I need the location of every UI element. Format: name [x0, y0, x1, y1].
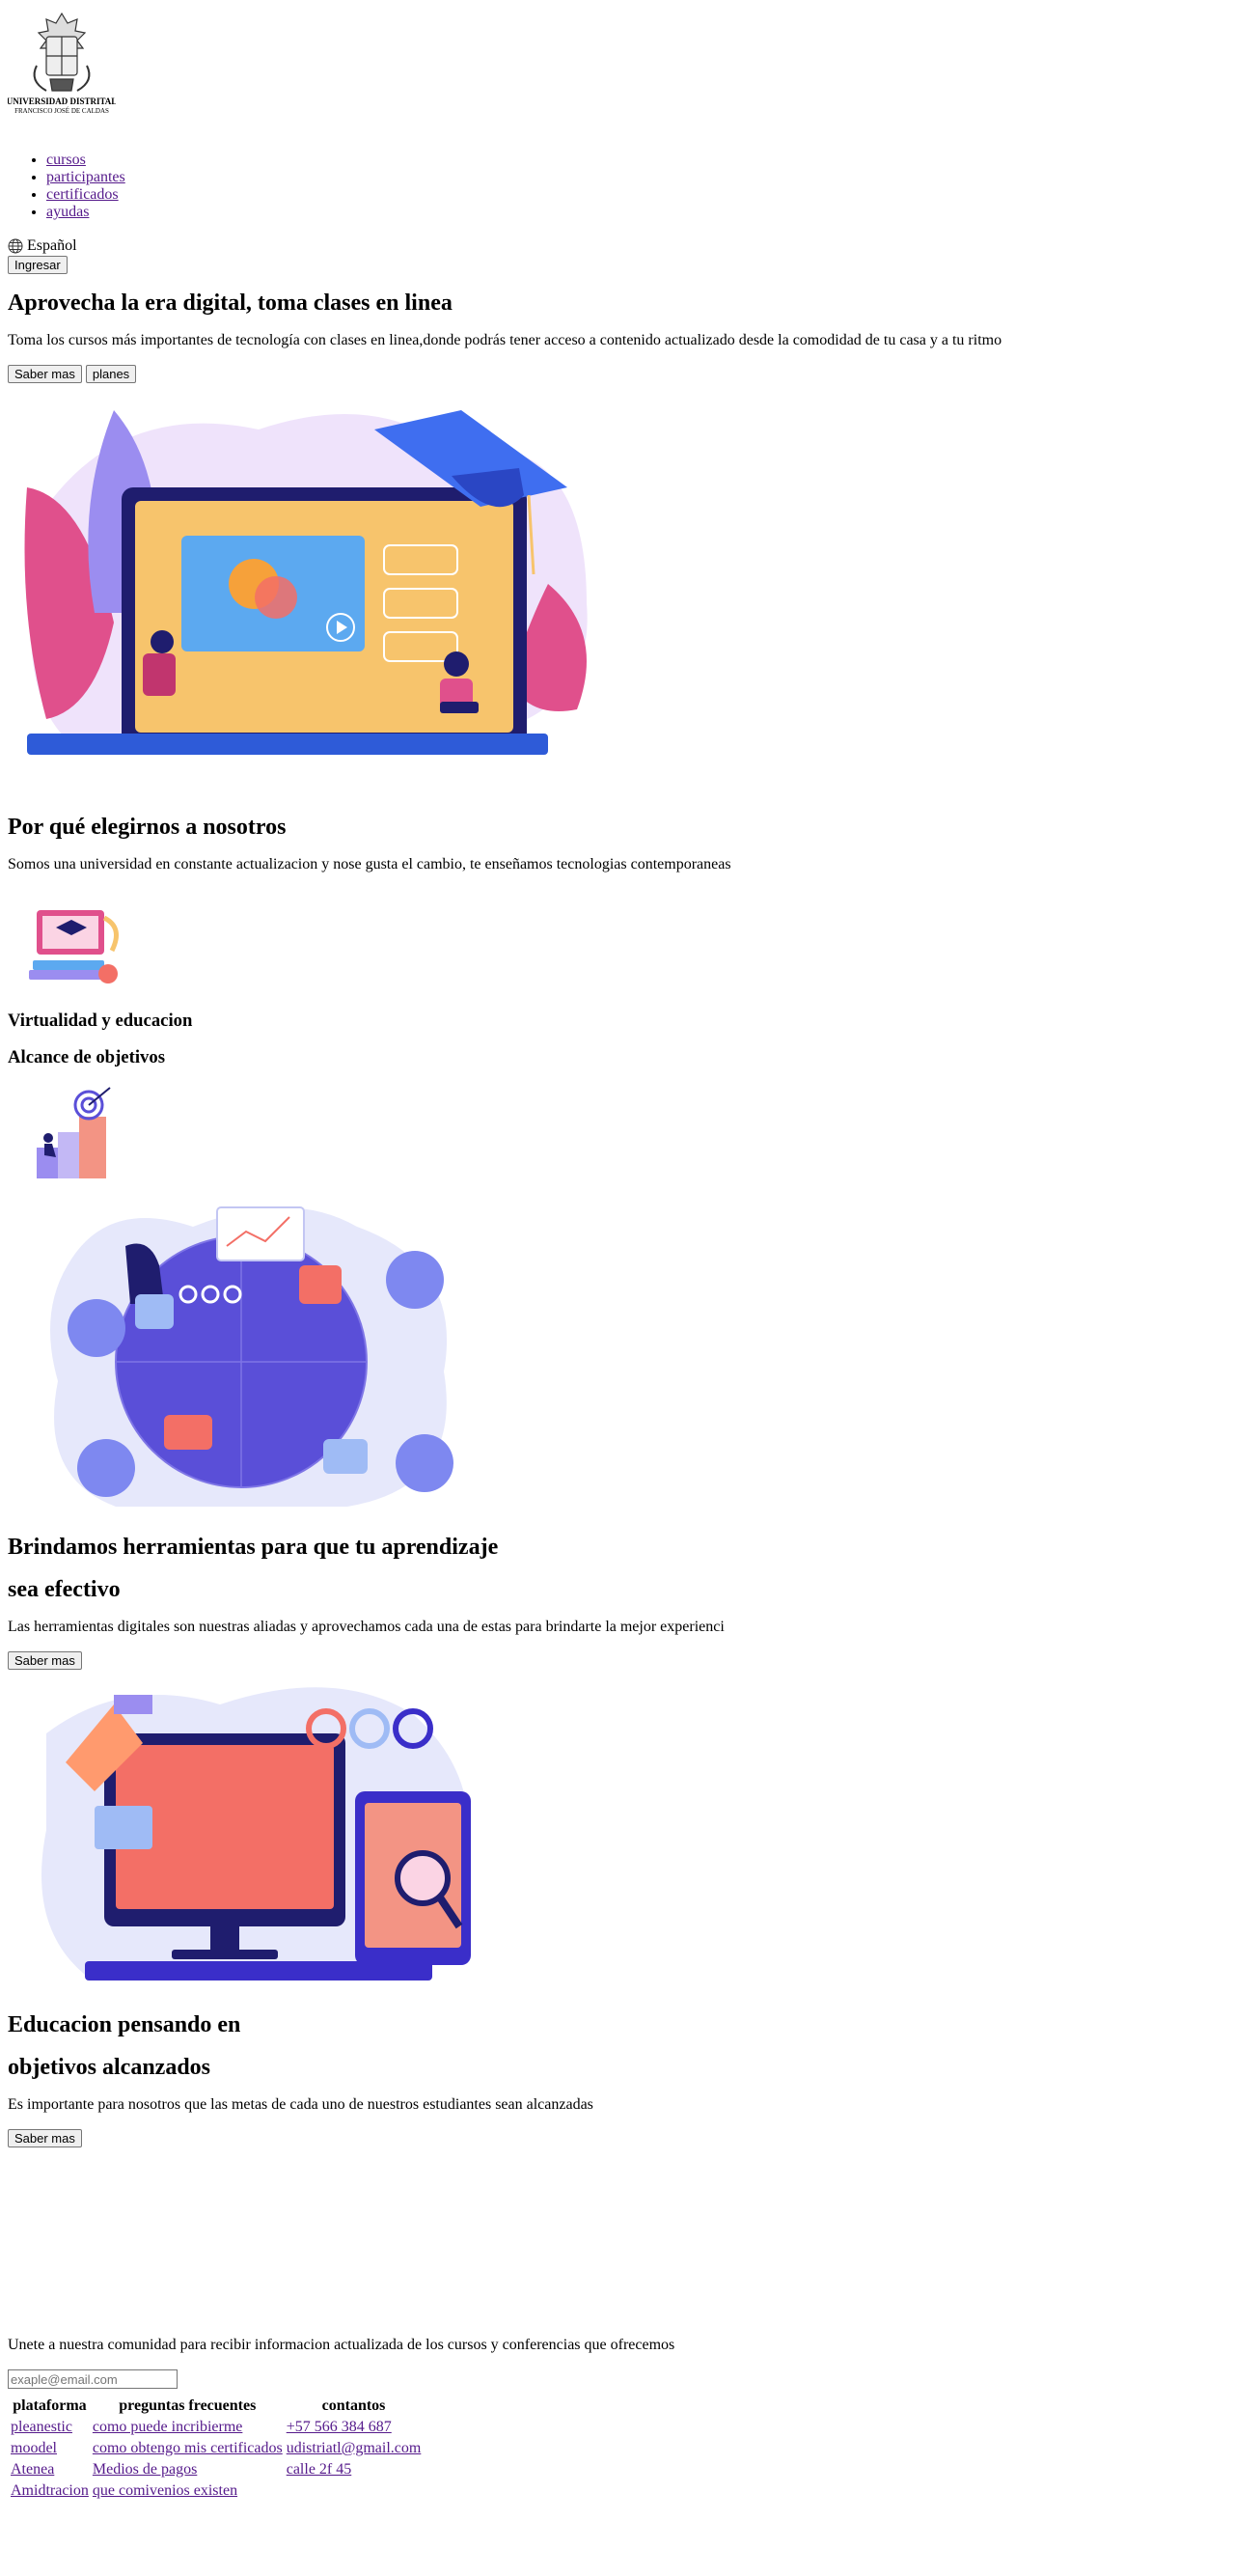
language-label: Español: [27, 237, 77, 254]
globe-icon: [8, 238, 23, 254]
logo-line-2: FRANCISCO JOSÉ DE CALDAS: [14, 107, 109, 115]
nav-item-cursos: cursos: [46, 152, 1227, 169]
language-selector[interactable]: Español: [8, 236, 1227, 256]
footer-row: pleanestic como puede incribierme +57 56…: [10, 2418, 422, 2437]
why-item-virtual: Virtualidad y educacion: [8, 1011, 193, 1031]
hero-more-button[interactable]: Saber mas: [8, 365, 82, 383]
logo-line-1: UNIVERSIDAD DISTRITAL: [8, 97, 116, 106]
footer-link-phone[interactable]: +57 566 384 687: [287, 2419, 392, 2435]
blank-spacer: [8, 2147, 1227, 2321]
main-nav: cursos participantes certificados ayudas: [8, 152, 1227, 221]
footer-link-faq-inscribirme[interactable]: como puede incribierme: [93, 2419, 243, 2435]
hero-text: Toma los cursos más importantes de tecno…: [8, 332, 1002, 348]
hero-plans-button[interactable]: planes: [85, 365, 137, 383]
footer-row: moodel como obtengo mis certificados udi…: [10, 2439, 422, 2458]
footer-link-faq-convenios[interactable]: que comivenios existen: [93, 2482, 237, 2499]
nav-link-ayudas[interactable]: ayudas: [46, 204, 89, 220]
nav-item-certificados: certificados: [46, 186, 1227, 204]
digital-tools-illustration: [41, 1687, 471, 1980]
footer-link-moodel[interactable]: moodel: [11, 2440, 57, 2456]
hero-actions: Saber mas planes: [8, 365, 1227, 383]
footer-link-faq-certificados[interactable]: como obtengo mis certificados: [93, 2440, 283, 2456]
newsletter-text: Unete a nuestra comunidad para recibir i…: [8, 2337, 675, 2353]
footer-empty-cell: [286, 2481, 423, 2501]
goals-more-button[interactable]: Saber mas: [8, 2129, 82, 2147]
nav-item-participantes: participantes: [46, 169, 1227, 186]
global-collaboration-illustration: [50, 1206, 453, 1507]
why-item-goals: Alcance de objetivos: [8, 1047, 165, 1067]
login-button[interactable]: Ingresar: [8, 256, 68, 274]
email-input[interactable]: [8, 2369, 178, 2389]
tools-title-line1: Brindamos herramientas para que tu apren…: [8, 1535, 499, 1560]
nav-item-ayudas: ayudas: [46, 204, 1227, 221]
education-illustration: [29, 910, 119, 983]
university-logo: UNIVERSIDAD DISTRITAL FRANCISCO JOSÉ DE …: [7, 12, 117, 115]
footer-header-contactos: contantos: [321, 2397, 386, 2414]
footer-link-address[interactable]: calle 2f 45: [287, 2461, 352, 2478]
footer-link-amidtracion[interactable]: Amidtracion: [11, 2482, 89, 2499]
tools-text: Las herramientas digitales son nuestras …: [8, 1619, 725, 1635]
nav-link-participantes[interactable]: participantes: [46, 169, 125, 185]
goals-title-line1: Educacion pensando en: [8, 2012, 241, 2037]
goals-text: Es importante para nosotros que las meta…: [8, 2096, 593, 2113]
why-text: Somos una universidad en constante actua…: [8, 856, 731, 873]
footer-link-faq-pagos[interactable]: Medios de pagos: [93, 2461, 197, 2478]
nav-link-certificados[interactable]: certificados: [46, 186, 119, 203]
footer-link-pleanestic[interactable]: pleanestic: [11, 2419, 72, 2435]
footer-header-preguntas: preguntas frecuentes: [119, 2397, 257, 2414]
why-title: Por qué elegirnos a nosotros: [8, 815, 287, 840]
goals-title-line2: objetivos alcanzados: [8, 2055, 210, 2080]
footer-row: Atenea Medios de pagos calle 2f 45: [10, 2460, 422, 2479]
tools-title-line2: sea efectivo: [8, 1577, 121, 1602]
footer-link-email[interactable]: udistriatl@gmail.com: [287, 2440, 422, 2456]
nav-link-cursos[interactable]: cursos: [46, 152, 86, 168]
footer-row: Amidtracion que comivenios existen: [10, 2481, 422, 2501]
tools-more-button[interactable]: Saber mas: [8, 1651, 82, 1670]
footer-header-plataforma: plataforma: [13, 2397, 87, 2414]
online-class-illustration: [24, 410, 588, 755]
goals-illustration: [37, 1087, 111, 1178]
footer-table: plataforma preguntas frecuentes contanto…: [8, 2395, 424, 2503]
footer-link-atenea[interactable]: Atenea: [11, 2461, 54, 2478]
hero-title: Aprovecha la era digital, toma clases en…: [8, 291, 453, 316]
